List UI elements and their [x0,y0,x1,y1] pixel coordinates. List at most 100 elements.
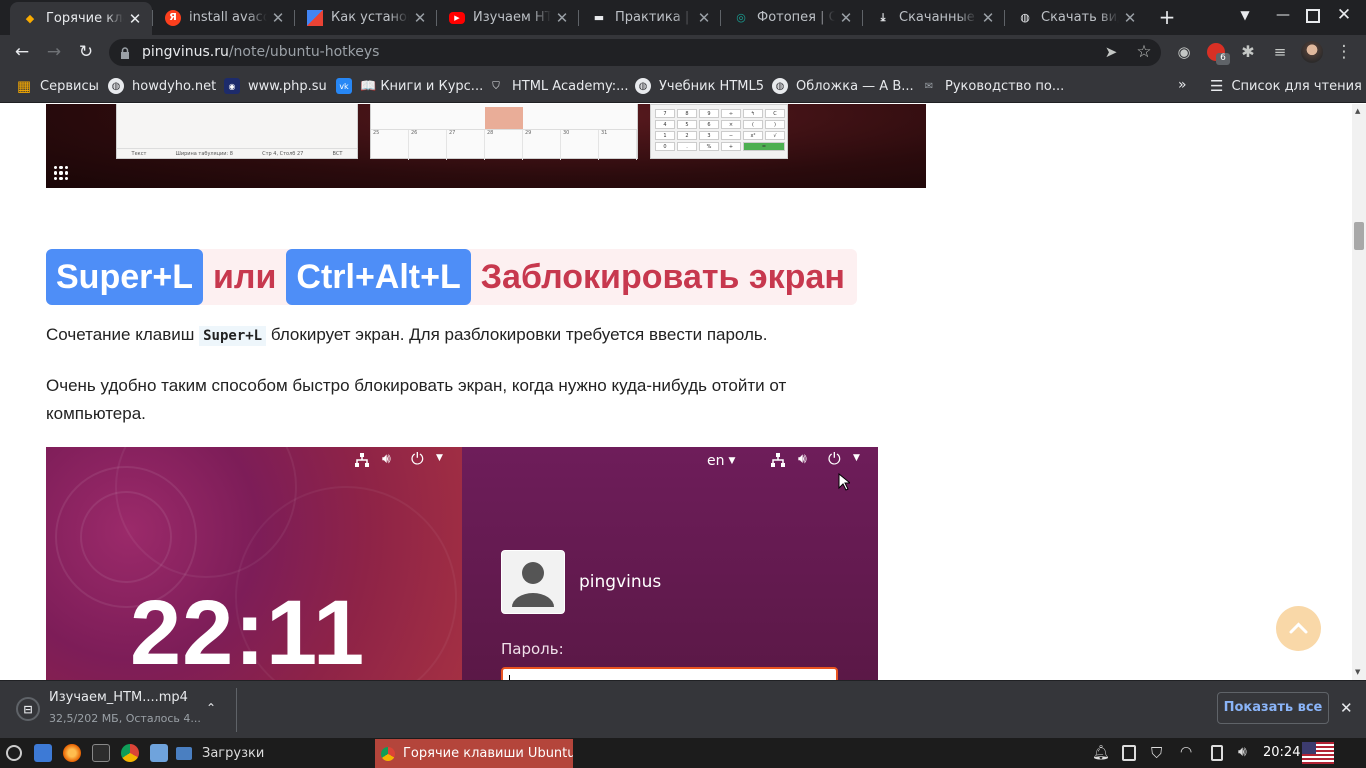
download-icon: ⤓ [880,10,886,24]
close-icon[interactable]: ✕ [693,9,715,27]
close-icon[interactable]: ✕ [551,9,573,27]
us-flag-icon[interactable] [1302,742,1334,764]
close-icon[interactable]: ✕ [835,9,857,27]
scroll-down-arrow[interactable]: ▼ [1355,668,1360,676]
show-all-downloads-button[interactable]: Показать все [1217,692,1329,724]
reload-icon[interactable]: ↻ [74,42,98,62]
tab-title: Горячие клавиши Ubuntu [46,11,124,26]
forward-icon[interactable]: → [42,42,66,62]
puzzle-icon[interactable]: ✱ [1236,42,1260,62]
bookmark-item[interactable]: ◍ Учебник HTML5 [635,77,764,95]
calculator-key: ↰ [743,109,763,118]
calendar-day: 31 [599,130,637,160]
taskbar-clock[interactable]: 20:24 [1263,745,1300,760]
avatar[interactable] [1301,41,1323,63]
close-download-bar-icon[interactable]: ✕ [1340,699,1353,717]
scrollbar-thumb[interactable] [1354,222,1364,250]
tab-2[interactable]: Яinstall avacode✕ [153,0,295,35]
bookmark-item[interactable]: ◍ howdyho.net [108,77,216,95]
url-text[interactable]: pingvinus.ru/note/ubuntu-hotkeys [142,44,379,60]
bookmark-item[interactable]: ✉ Руководство по... [921,77,1064,95]
bookmark-item[interactable]: ◍ Обложка — А В... [772,77,914,95]
files-icon[interactable] [150,744,168,762]
lock-screen-right: en ▼ 🔊︎ ⏻ ▼ pingvinus Пароль: [462,447,878,680]
chevron-down-icon: ▼ [853,453,860,463]
calendar-window-thumb: 25 26 27 28 29 30 31 [370,104,638,160]
wifi-icon[interactable]: ◠ [1180,744,1192,760]
tab-1[interactable]: ◆ Горячие клавиши Ubuntu✕ [10,2,152,35]
chrome-icon[interactable] [121,744,139,762]
minimize-button[interactable]: — [1274,7,1292,27]
page-scrollbar[interactable] [1352,104,1366,680]
tab-search-icon[interactable]: ▼ [1236,8,1254,26]
yandex-icon: Я [165,9,181,26]
terminal-icon[interactable] [92,744,110,762]
password-field [501,667,838,680]
calculator-key: = [743,142,785,151]
bookmark-item[interactable]: ▦ Сервисы [16,77,99,95]
tab-separator [152,10,153,26]
bookmark-star-icon[interactable]: ☆ [1132,42,1156,62]
send-icon[interactable]: ➤ [1099,42,1123,62]
bookmark-item[interactable]: ⛉ HTML Academy:... [488,77,628,95]
tab-3[interactable]: ■ Как установить✕ [295,0,437,35]
calendar-day: 26 [409,130,447,160]
bookmark-item[interactable]: ◉ www.php.su [224,77,327,95]
calculator-key: x² [743,131,763,140]
maximize-button[interactable] [1306,9,1320,23]
taskbar-active-window[interactable]: Горячие клавиши Ubuntu... [375,739,573,768]
download-item[interactable]: ⊟ Изучаем_НТМ....mp4 32,5/202 МБ, Остало… [8,686,232,732]
language-label: en [707,453,725,469]
editor-window-thumb: Текст Ширина табуляции: 8 Стр 4, Столб 2… [116,104,358,159]
clipboard-icon[interactable] [1122,745,1136,761]
globe-icon: ◍ [635,78,651,94]
menu-icon[interactable]: ⋮ [1332,42,1356,62]
close-icon[interactable]: ✕ [409,9,431,27]
bulb-extension-icon[interactable]: ◉ [1172,42,1196,62]
tab-8[interactable]: ◍ Скачать видео✕ [1005,0,1147,35]
scroll-up-arrow[interactable]: ▲ [1355,107,1360,115]
back-icon[interactable]: ← [10,42,34,62]
bookmark-label: Обложка — А В... [796,78,914,94]
calculator-key: 3 [699,131,719,140]
bookmark-item[interactable]: vk 📖 Книги и Курс... [336,77,483,95]
close-icon[interactable]: ✕ [977,9,999,27]
bell-icon[interactable]: 🔔︎ [1092,745,1110,761]
desktop-icon[interactable] [34,744,52,762]
close-window-button[interactable]: ✕ [1334,5,1354,27]
start-menu-icon[interactable] [6,745,22,761]
scroll-to-top-button[interactable] [1276,606,1321,651]
tab-5[interactable]: ▬ Практика | Web✕ [579,0,721,35]
heading-or: или [212,257,277,296]
bookmark-label: howdyho.net [132,78,217,94]
bookmarks-overflow-icon[interactable]: » [1178,77,1194,93]
lock-screen-left: 🔊︎ ⏻ ▼ 22:11 [46,447,462,680]
taskbar-folder[interactable]: Загрузки [176,744,264,762]
close-icon[interactable]: ✕ [124,10,146,28]
close-icon[interactable]: ✕ [267,9,289,27]
lock-icon[interactable] [120,45,130,59]
media-icon[interactable]: ≡ [1268,42,1292,62]
close-icon[interactable]: ✕ [1119,9,1141,27]
network-icon [354,452,370,468]
inline-code-super-l: Super+L [199,326,267,346]
calendar-day: 27 [447,130,485,160]
new-tab-button[interactable]: + [1156,6,1178,28]
chevron-up-icon[interactable]: ⌃ [206,701,216,715]
download-separator [236,688,237,732]
firefox-icon[interactable] [63,744,81,762]
tab-6[interactable]: ◎ Фотопея | Онлайн✕ [721,0,863,35]
calendar-week-row: 25 26 27 28 29 30 31 [371,130,637,160]
folder-icon [176,746,192,760]
calculator-key: + [721,142,741,151]
tab-4[interactable]: ▶ Изучаем HTML✕ [437,0,579,35]
tab-7[interactable]: ⤓ Скачанные файлы✕ [863,0,1005,35]
chevron-down-icon: ▼ [728,456,736,466]
calculator-key: 5 [677,120,697,129]
battery-icon[interactable] [1211,745,1223,761]
tab-title: Изучаем HTML [473,10,551,25]
volume-icon[interactable]: 🔊︎ [1238,744,1247,760]
shield-icon[interactable]: ⛉ [1151,744,1162,762]
tab-separator [862,10,863,26]
reading-list-button[interactable]: ☰ Список для чтения [1210,76,1362,96]
